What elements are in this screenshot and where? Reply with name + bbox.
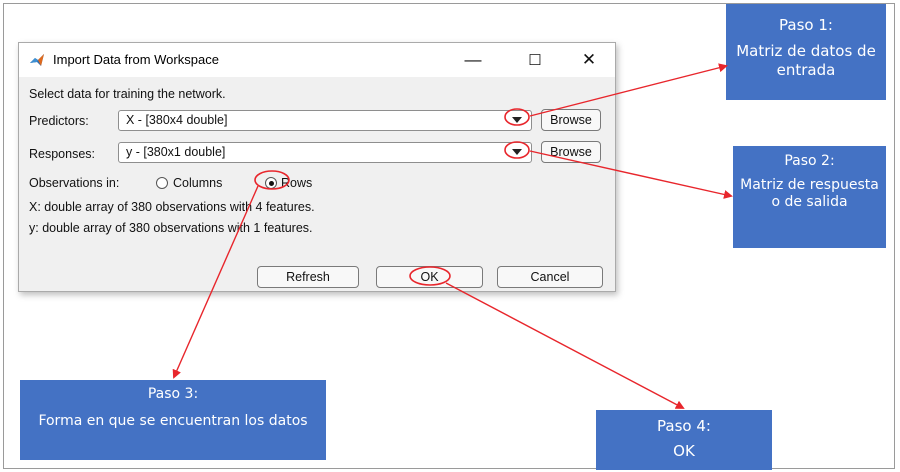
callout-paso-4-body: OK (673, 442, 695, 460)
observations-label: Observations in: (29, 176, 120, 190)
rows-radio-selected-dot (268, 180, 274, 186)
predictors-select[interactable]: X - [380x4 double] (118, 110, 532, 131)
y-info-text: y: double array of 380 observations with… (29, 221, 313, 235)
dialog-title: Import Data from Workspace (53, 52, 219, 67)
maximize-button[interactable]: ☐ (513, 45, 557, 75)
callout-paso-2-heading: Paso 2: (784, 153, 835, 169)
chevron-down-icon (512, 149, 522, 155)
responses-value: y - [380x1 double] (126, 145, 226, 159)
callout-paso-2: Paso 2: Matriz de respuesta o de salida (733, 146, 886, 248)
callout-paso-3-heading: Paso 3: (147, 386, 199, 402)
instruction-text: Select data for training the network. (29, 87, 226, 101)
predictors-browse-button[interactable]: Browse (541, 109, 601, 131)
predictors-value: X - [380x4 double] (126, 113, 228, 127)
predictors-label: Predictors: (29, 114, 89, 128)
callout-paso-1-body: Matriz de datos de entrada (736, 42, 876, 79)
cancel-button[interactable]: Cancel (497, 266, 603, 288)
callout-paso-3-body: Forma en que se encuentran los datos (38, 413, 308, 429)
rows-radio[interactable] (265, 177, 277, 189)
refresh-button[interactable]: Refresh (257, 266, 359, 288)
matlab-logo-icon (29, 52, 45, 68)
responses-browse-button[interactable]: Browse (541, 141, 601, 163)
responses-label: Responses: (29, 147, 96, 161)
responses-select[interactable]: y - [380x1 double] (118, 142, 532, 163)
chevron-down-icon (512, 117, 522, 123)
callout-paso-4: Paso 4: OK (596, 410, 772, 470)
callout-paso-3: Paso 3: Forma en que se encuentran los d… (20, 380, 326, 460)
callout-paso-1-heading: Paso 1: (779, 16, 833, 34)
callout-paso-4-heading: Paso 4: (657, 417, 711, 435)
x-info-text: X: double array of 380 observations with… (29, 200, 315, 214)
title-bar[interactable]: Import Data from Workspace — ☐ ✕ (19, 43, 615, 77)
import-data-dialog: Import Data from Workspace — ☐ ✕ Select … (18, 42, 616, 292)
columns-option-label[interactable]: Columns (173, 176, 222, 190)
minimize-button[interactable]: — (451, 45, 495, 75)
annotated-screenshot: Import Data from Workspace — ☐ ✕ Select … (0, 0, 900, 472)
ok-button[interactable]: OK (376, 266, 483, 288)
callout-paso-2-body: Matriz de respuesta o de salida (740, 177, 879, 210)
columns-radio[interactable] (156, 177, 168, 189)
callout-paso-1: Paso 1: Matriz de datos de entrada (726, 4, 886, 100)
close-button[interactable]: ✕ (567, 45, 611, 75)
rows-option-label[interactable]: Rows (281, 176, 312, 190)
